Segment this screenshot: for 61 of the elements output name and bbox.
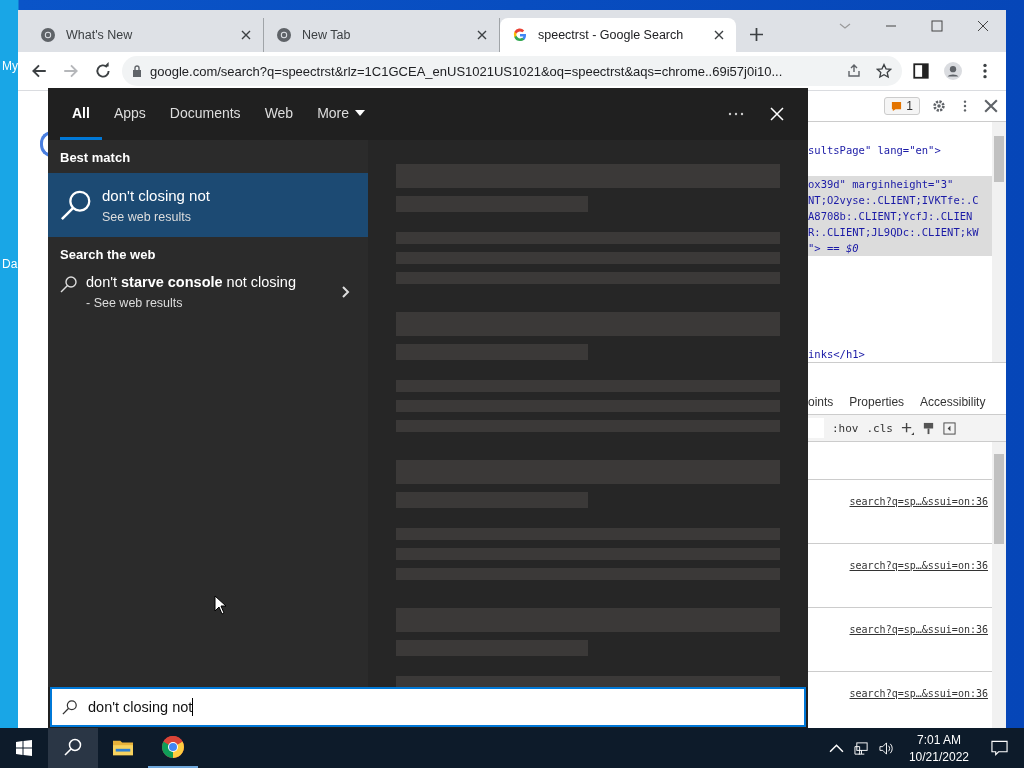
browser-logo-icon	[161, 735, 185, 759]
search-icon	[63, 738, 83, 756]
panel-tab[interactable]: Properties	[849, 395, 905, 409]
paint-brush-icon[interactable]	[922, 421, 935, 435]
source-link[interactable]: search?q=sp…&ssui=on:36	[849, 496, 988, 507]
code-line: ox39d" marginheight="3"	[808, 178, 954, 190]
search-icon	[60, 275, 78, 293]
dropdown-caret-icon	[355, 109, 366, 116]
scrollbar[interactable]	[992, 122, 1006, 362]
g-logo-icon	[512, 27, 528, 43]
source-link[interactable]: search?q=sp…&ssui=on:36	[849, 624, 988, 635]
section-heading: Best match	[59, 149, 132, 167]
source-link[interactable]: search?q=sp…&ssui=on:36	[849, 560, 988, 571]
clock-date[interactable]: 10/21/2022	[908, 749, 969, 764]
sidebar-toggle-icon[interactable]	[943, 421, 956, 435]
search-button[interactable]	[48, 728, 98, 768]
filter-tab[interactable]: Web	[252, 88, 306, 140]
address-bar[interactable]: google.com/search?q=speectrst&rlz=1C1GCEA_enUS1021US1021&oq=speectrst&aqs=chrome..69i57j0i10...	[122, 56, 902, 86]
best-match-result[interactable]: don't closing not See web results	[48, 173, 368, 237]
code-line: "> == $0	[808, 242, 859, 254]
close-icon[interactable]	[984, 99, 998, 113]
scrollbar[interactable]	[992, 442, 1006, 728]
code-line: inks</h1>	[808, 348, 865, 360]
browser-logo-icon	[40, 27, 56, 43]
web-suggestion-link[interactable]: don't starve console not closing	[86, 274, 334, 290]
new-tab-plus-icon[interactable]	[750, 28, 763, 41]
code-line: NT;O2vyse:.CLIENT;IVKTfe:.C	[808, 194, 979, 206]
folder-icon	[113, 738, 133, 756]
settings-icon[interactable]	[932, 99, 946, 113]
result-subtitle: - See web results	[86, 296, 184, 310]
more-options-icon[interactable]	[728, 112, 744, 116]
close-icon[interactable]	[241, 30, 251, 40]
code-line: A8708b:.CLIENT;YcfJ:.CLIEN	[808, 210, 973, 222]
filter-tab[interactable]: More	[305, 88, 378, 140]
panel-tab[interactable]: oints	[808, 395, 834, 409]
filter-tab[interactable]: Apps	[101, 88, 158, 140]
search-icon	[62, 699, 78, 715]
style-toggle-button[interactable]: :hov	[832, 421, 859, 435]
close-icon[interactable]	[714, 30, 724, 40]
code-line: R:.CLIENT;JL9QDc:.CLIENT;kW	[808, 226, 979, 238]
style-toggle-button[interactable]: .cls	[866, 421, 893, 435]
section-heading: Search the web	[59, 246, 157, 264]
clock-time[interactable]: 7:01 AM	[916, 732, 961, 747]
browser-logo-icon	[276, 27, 292, 43]
filter-field[interactable]	[808, 418, 824, 438]
close-icon[interactable]	[477, 30, 487, 40]
chevron-right-icon[interactable]	[342, 286, 350, 298]
panel-tab[interactable]: Accessibility	[920, 395, 986, 409]
desktop-icon-label: My	[2, 59, 18, 73]
issues-badge[interactable]: 1	[884, 97, 920, 115]
lock-icon	[132, 65, 142, 77]
warning-icon	[891, 100, 903, 112]
browser-tab[interactable]: speectrst - Google Search	[500, 18, 736, 52]
code-line: sultsPage" lang="en">	[808, 144, 941, 156]
plus-icon[interactable]	[901, 421, 914, 435]
source-link[interactable]: search?q=sp…&ssui=on:36	[849, 688, 988, 699]
mouse-pointer-icon	[214, 595, 226, 615]
desktop-icon-label: Da	[2, 257, 18, 271]
browser-tab[interactable]: What's New	[28, 18, 264, 52]
filter-tab[interactable]: Documents	[157, 88, 253, 140]
search-input-field[interactable]: don't closing not	[50, 687, 806, 727]
